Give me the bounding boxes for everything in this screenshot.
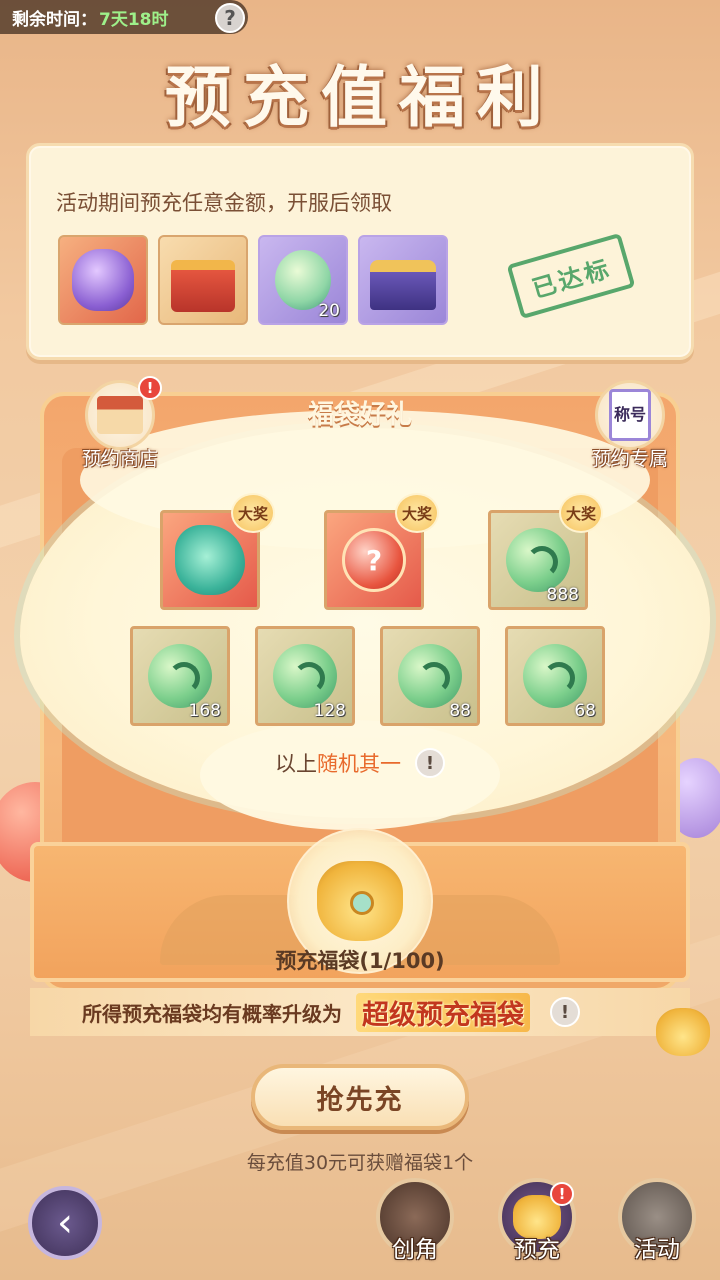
prize-jade-88[interactable]: 88	[380, 626, 480, 726]
prerecharge-description: 活动期间预充任意金额，开服后领取	[56, 191, 392, 215]
grand-prize-badge: 大奖	[395, 493, 439, 533]
prize-count: 168	[188, 701, 221, 721]
nav-create-character[interactable]: 创角	[372, 1178, 458, 1264]
nav-label: 活动	[634, 1237, 680, 1263]
random-prefix: 以上	[275, 752, 317, 776]
scroll-icon: 称号	[595, 380, 665, 450]
exclusive-title-button[interactable]: 称号 预约专属	[582, 380, 678, 471]
reservation-shop-label: 预约商店	[81, 448, 158, 470]
nav-label: 创角	[392, 1237, 438, 1263]
upgrade-info-bar: 所得预充福袋均有概率升级为 超级预充福袋 !	[30, 988, 690, 1036]
recharge-now-button[interactable]: 抢先充	[251, 1064, 469, 1130]
jade-gem-icon	[273, 644, 337, 708]
grand-prize-badge: 大奖	[559, 493, 603, 533]
dragon-mount-icon	[175, 525, 245, 595]
recharge-note: 每充值30元可获赠福袋1个	[246, 1152, 474, 1174]
prize-jade-128[interactable]: 128	[255, 626, 355, 726]
info-icon[interactable]: !	[550, 997, 580, 1027]
lucky-bag-icon	[317, 861, 403, 941]
nav-activity[interactable]: 活动	[614, 1178, 700, 1264]
info-icon[interactable]: !	[415, 748, 445, 778]
grand-prize-mystery[interactable]: ? 大奖	[324, 493, 439, 610]
gift-box-icon	[171, 260, 235, 312]
title-scroll-text: 称号	[609, 389, 651, 441]
prize-count: 88	[449, 701, 471, 721]
timer-label: 剩余时间：	[12, 9, 97, 30]
gold-bag-icon	[656, 1008, 710, 1056]
prize-jade-68[interactable]: 68	[505, 626, 605, 726]
grand-prize-badge: 大奖	[231, 493, 275, 533]
grand-prize-jade[interactable]: 大奖 888	[488, 493, 603, 610]
jade-gem-icon	[506, 528, 570, 592]
page-title: 预充值福利	[165, 58, 555, 136]
nav-label: 预充	[514, 1237, 560, 1263]
prize-count: 888	[546, 585, 579, 605]
random-highlight: 随机其一	[317, 752, 401, 776]
notification-badge: !	[550, 1182, 574, 1206]
jade-gem-icon	[523, 644, 587, 708]
jade-gem-icon	[398, 644, 462, 708]
back-arrow-icon[interactable]: ‹	[28, 1186, 102, 1260]
exclusive-title-label: 预约专属	[591, 448, 668, 470]
reward-slot-gift-box[interactable]	[158, 235, 248, 325]
reward-slot-treasure-chest[interactable]	[358, 235, 448, 325]
random-one-note: 以上 随机其一 !	[0, 748, 720, 778]
reward-slot-purple-pouch[interactable]	[58, 235, 148, 325]
notification-badge: !	[138, 376, 162, 400]
prize-jade-168[interactable]: 168	[130, 626, 230, 726]
reward-count: 20	[318, 301, 340, 321]
super-bag-highlight: 超级预充福袋	[356, 992, 530, 1032]
mystery-orb-icon: ?	[342, 528, 406, 592]
purple-pouch-icon	[72, 249, 134, 311]
lucky-bag-progress: 预充福袋(1/100)	[275, 949, 445, 973]
upgrade-text: 所得预充福袋均有概率升级为	[82, 1001, 342, 1026]
question-icon[interactable]: ?	[215, 3, 245, 33]
reward-slot-potion[interactable]: 20	[258, 235, 348, 325]
treasure-chest-icon	[370, 260, 436, 310]
remaining-time-bar: 剩余时间： 7天18时	[0, 0, 248, 34]
timer-value: 7天18时	[99, 9, 169, 30]
prize-count: 68	[574, 701, 596, 721]
lucky-bag-title: 福袋好礼	[307, 400, 412, 430]
jade-gem-icon	[148, 644, 212, 708]
prize-count: 128	[313, 701, 346, 721]
grand-prize-dragon[interactable]: 大奖	[160, 493, 275, 610]
